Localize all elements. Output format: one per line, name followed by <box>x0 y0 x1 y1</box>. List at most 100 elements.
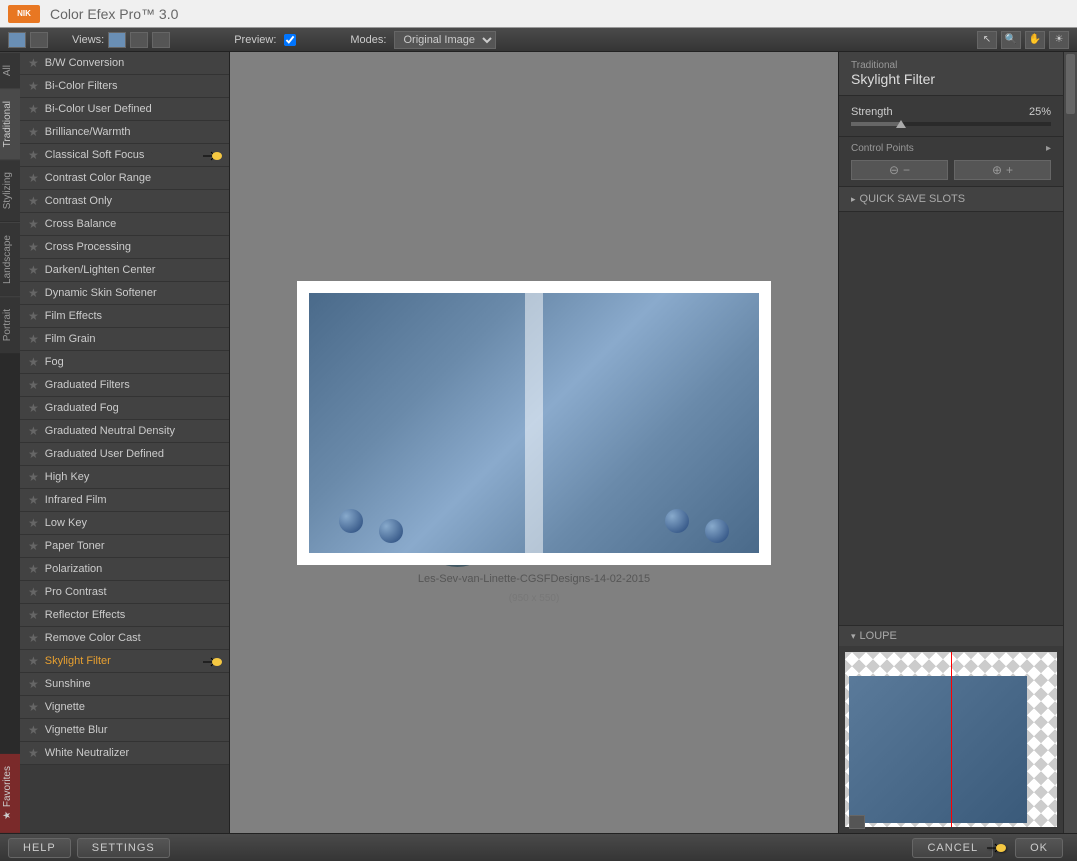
favorite-star-icon[interactable]: ★ <box>28 125 39 139</box>
ok-button[interactable]: OK <box>1015 838 1063 858</box>
preview-image[interactable] <box>309 293 759 553</box>
strength-slider[interactable] <box>851 122 1051 126</box>
filter-item[interactable]: ★Bi-Color Filters <box>20 75 229 98</box>
favorite-star-icon[interactable]: ★ <box>28 654 39 668</box>
favorite-star-icon[interactable]: ★ <box>28 194 39 208</box>
modes-select[interactable]: Original Image <box>394 31 496 49</box>
loupe-pin-button[interactable] <box>849 815 865 829</box>
chevron-right-icon[interactable]: ▸ <box>1046 143 1051 154</box>
favorite-star-icon[interactable]: ★ <box>28 378 39 392</box>
filter-item[interactable]: ★ Polarization <box>20 558 229 581</box>
preview-checkbox[interactable] <box>284 34 296 46</box>
toolbar: Views: Preview: Modes: Original Image ↖ … <box>0 28 1077 52</box>
filter-item[interactable]: ★Graduated Neutral Density <box>20 420 229 443</box>
favorite-star-icon[interactable]: ★ <box>28 470 39 484</box>
loupe-view[interactable] <box>845 652 1057 827</box>
cursor-annotation-icon <box>201 148 221 162</box>
filter-item[interactable]: ★Infrared Film <box>20 489 229 512</box>
pointer-tool-icon[interactable]: ↖ <box>977 31 997 49</box>
side-tab-landscape[interactable]: Landscape <box>0 222 20 296</box>
favorite-star-icon[interactable]: ★ <box>28 217 39 231</box>
favorite-star-icon[interactable]: ★ <box>28 516 39 530</box>
favorite-star-icon[interactable]: ★ <box>28 723 39 737</box>
filter-item[interactable]: ★Graduated User Defined <box>20 443 229 466</box>
filter-item[interactable]: ★Sunshine <box>20 673 229 696</box>
filter-item[interactable]: ★Vignette <box>20 696 229 719</box>
settings-button[interactable]: SETTINGS <box>77 838 170 858</box>
filter-item[interactable]: ★Bi-Color User Defined <box>20 98 229 121</box>
filter-item[interactable]: ★Cross Balance <box>20 213 229 236</box>
zoom-tool-icon[interactable]: 🔍 <box>1001 31 1021 49</box>
favorite-star-icon[interactable]: ★ <box>28 539 39 553</box>
filter-item-label: Film Effects <box>45 310 102 322</box>
filter-item[interactable]: ★Dynamic Skin Softener <box>20 282 229 305</box>
view-mode-single-icon[interactable] <box>8 32 26 48</box>
hand-tool-icon[interactable]: ✋ <box>1025 31 1045 49</box>
filter-item-label: Polarization <box>45 563 102 575</box>
favorite-star-icon[interactable]: ★ <box>28 240 39 254</box>
favorite-star-icon[interactable]: ★ <box>28 608 39 622</box>
control-point-add-button[interactable]: ⊕+ <box>954 160 1051 180</box>
favorite-star-icon[interactable]: ★ <box>28 309 39 323</box>
favorite-star-icon[interactable]: ★ <box>28 447 39 461</box>
favorite-star-icon[interactable]: ★ <box>28 631 39 645</box>
filter-item[interactable]: ★High Key <box>20 466 229 489</box>
light-tool-icon[interactable]: ☀ <box>1049 31 1069 49</box>
side-tab-traditional[interactable]: Traditional <box>0 88 20 159</box>
favorite-star-icon[interactable]: ★ <box>28 700 39 714</box>
layout-single-icon[interactable] <box>108 32 126 48</box>
filter-item[interactable]: ★Skylight Filter <box>20 650 229 673</box>
favorite-star-icon[interactable]: ★ <box>28 355 39 369</box>
side-tab-all[interactable]: All <box>0 52 20 88</box>
favorite-star-icon[interactable]: ★ <box>28 424 39 438</box>
layout-vertical-icon[interactable] <box>130 32 148 48</box>
control-point-remove-button[interactable]: ⊖− <box>851 160 948 180</box>
favorite-star-icon[interactable]: ★ <box>28 102 39 116</box>
side-tab-portrait[interactable]: Portrait <box>0 296 20 353</box>
quick-save-section[interactable]: QUICK SAVE SLOTS <box>839 186 1063 212</box>
filter-item[interactable]: ★Classical Soft Focus <box>20 144 229 167</box>
filter-item[interactable]: ★Graduated Fog <box>20 397 229 420</box>
side-tab-stylizing[interactable]: Stylizing <box>0 159 20 221</box>
filter-item[interactable]: ★Contrast Only <box>20 190 229 213</box>
favorite-star-icon[interactable]: ★ <box>28 332 39 346</box>
favorite-star-icon[interactable]: ★ <box>28 677 39 691</box>
favorite-star-icon[interactable]: ★ <box>28 562 39 576</box>
help-button[interactable]: HELP <box>8 838 71 858</box>
filter-item[interactable]: ★Pro Contrast <box>20 581 229 604</box>
filter-item[interactable]: ★White Neutralizer <box>20 742 229 765</box>
filter-item[interactable]: ★Remove Color Cast <box>20 627 229 650</box>
favorite-star-icon[interactable]: ★ <box>28 171 39 185</box>
filter-item[interactable]: ★Film Grain <box>20 328 229 351</box>
favorite-star-icon[interactable]: ★ <box>28 79 39 93</box>
filter-item[interactable]: ★ Film Effects <box>20 305 229 328</box>
filter-item[interactable]: ★B/W Conversion <box>20 52 229 75</box>
scroll-thumb[interactable] <box>1066 54 1075 114</box>
favorite-star-icon[interactable]: ★ <box>28 493 39 507</box>
image-sphere-decoration <box>339 509 363 533</box>
filter-item[interactable]: ★Reflector Effects <box>20 604 229 627</box>
favorite-star-icon[interactable]: ★ <box>28 263 39 277</box>
favorite-star-icon[interactable]: ★ <box>28 56 39 70</box>
filter-item[interactable]: ★Graduated Filters <box>20 374 229 397</box>
favorite-star-icon[interactable]: ★ <box>28 401 39 415</box>
layout-horizontal-icon[interactable] <box>152 32 170 48</box>
filter-item[interactable]: ★Paper Toner <box>20 535 229 558</box>
filter-item[interactable]: ★Cross Processing <box>20 236 229 259</box>
view-mode-split-icon[interactable] <box>30 32 48 48</box>
filter-item[interactable]: ★Brilliance/Warmth <box>20 121 229 144</box>
filter-item[interactable]: ★Low Key <box>20 512 229 535</box>
favorites-tab[interactable]: ★ Favorites <box>0 754 20 833</box>
loupe-section-header[interactable]: LOUPE <box>839 625 1063 646</box>
favorite-star-icon[interactable]: ★ <box>28 286 39 300</box>
filter-item[interactable]: ★Fog <box>20 351 229 374</box>
scrollbar[interactable] <box>1063 52 1077 833</box>
favorite-star-icon[interactable]: ★ <box>28 148 39 162</box>
filter-list[interactable]: ★B/W Conversion★Bi-Color Filters★Bi-Colo… <box>20 52 230 833</box>
favorite-star-icon[interactable]: ★ <box>28 585 39 599</box>
filter-item[interactable]: ★Darken/Lighten Center <box>20 259 229 282</box>
favorite-star-icon[interactable]: ★ <box>28 746 39 760</box>
filter-item[interactable]: ★Vignette Blur <box>20 719 229 742</box>
cancel-button[interactable]: CANCEL <box>912 838 993 858</box>
filter-item[interactable]: ★Contrast Color Range <box>20 167 229 190</box>
